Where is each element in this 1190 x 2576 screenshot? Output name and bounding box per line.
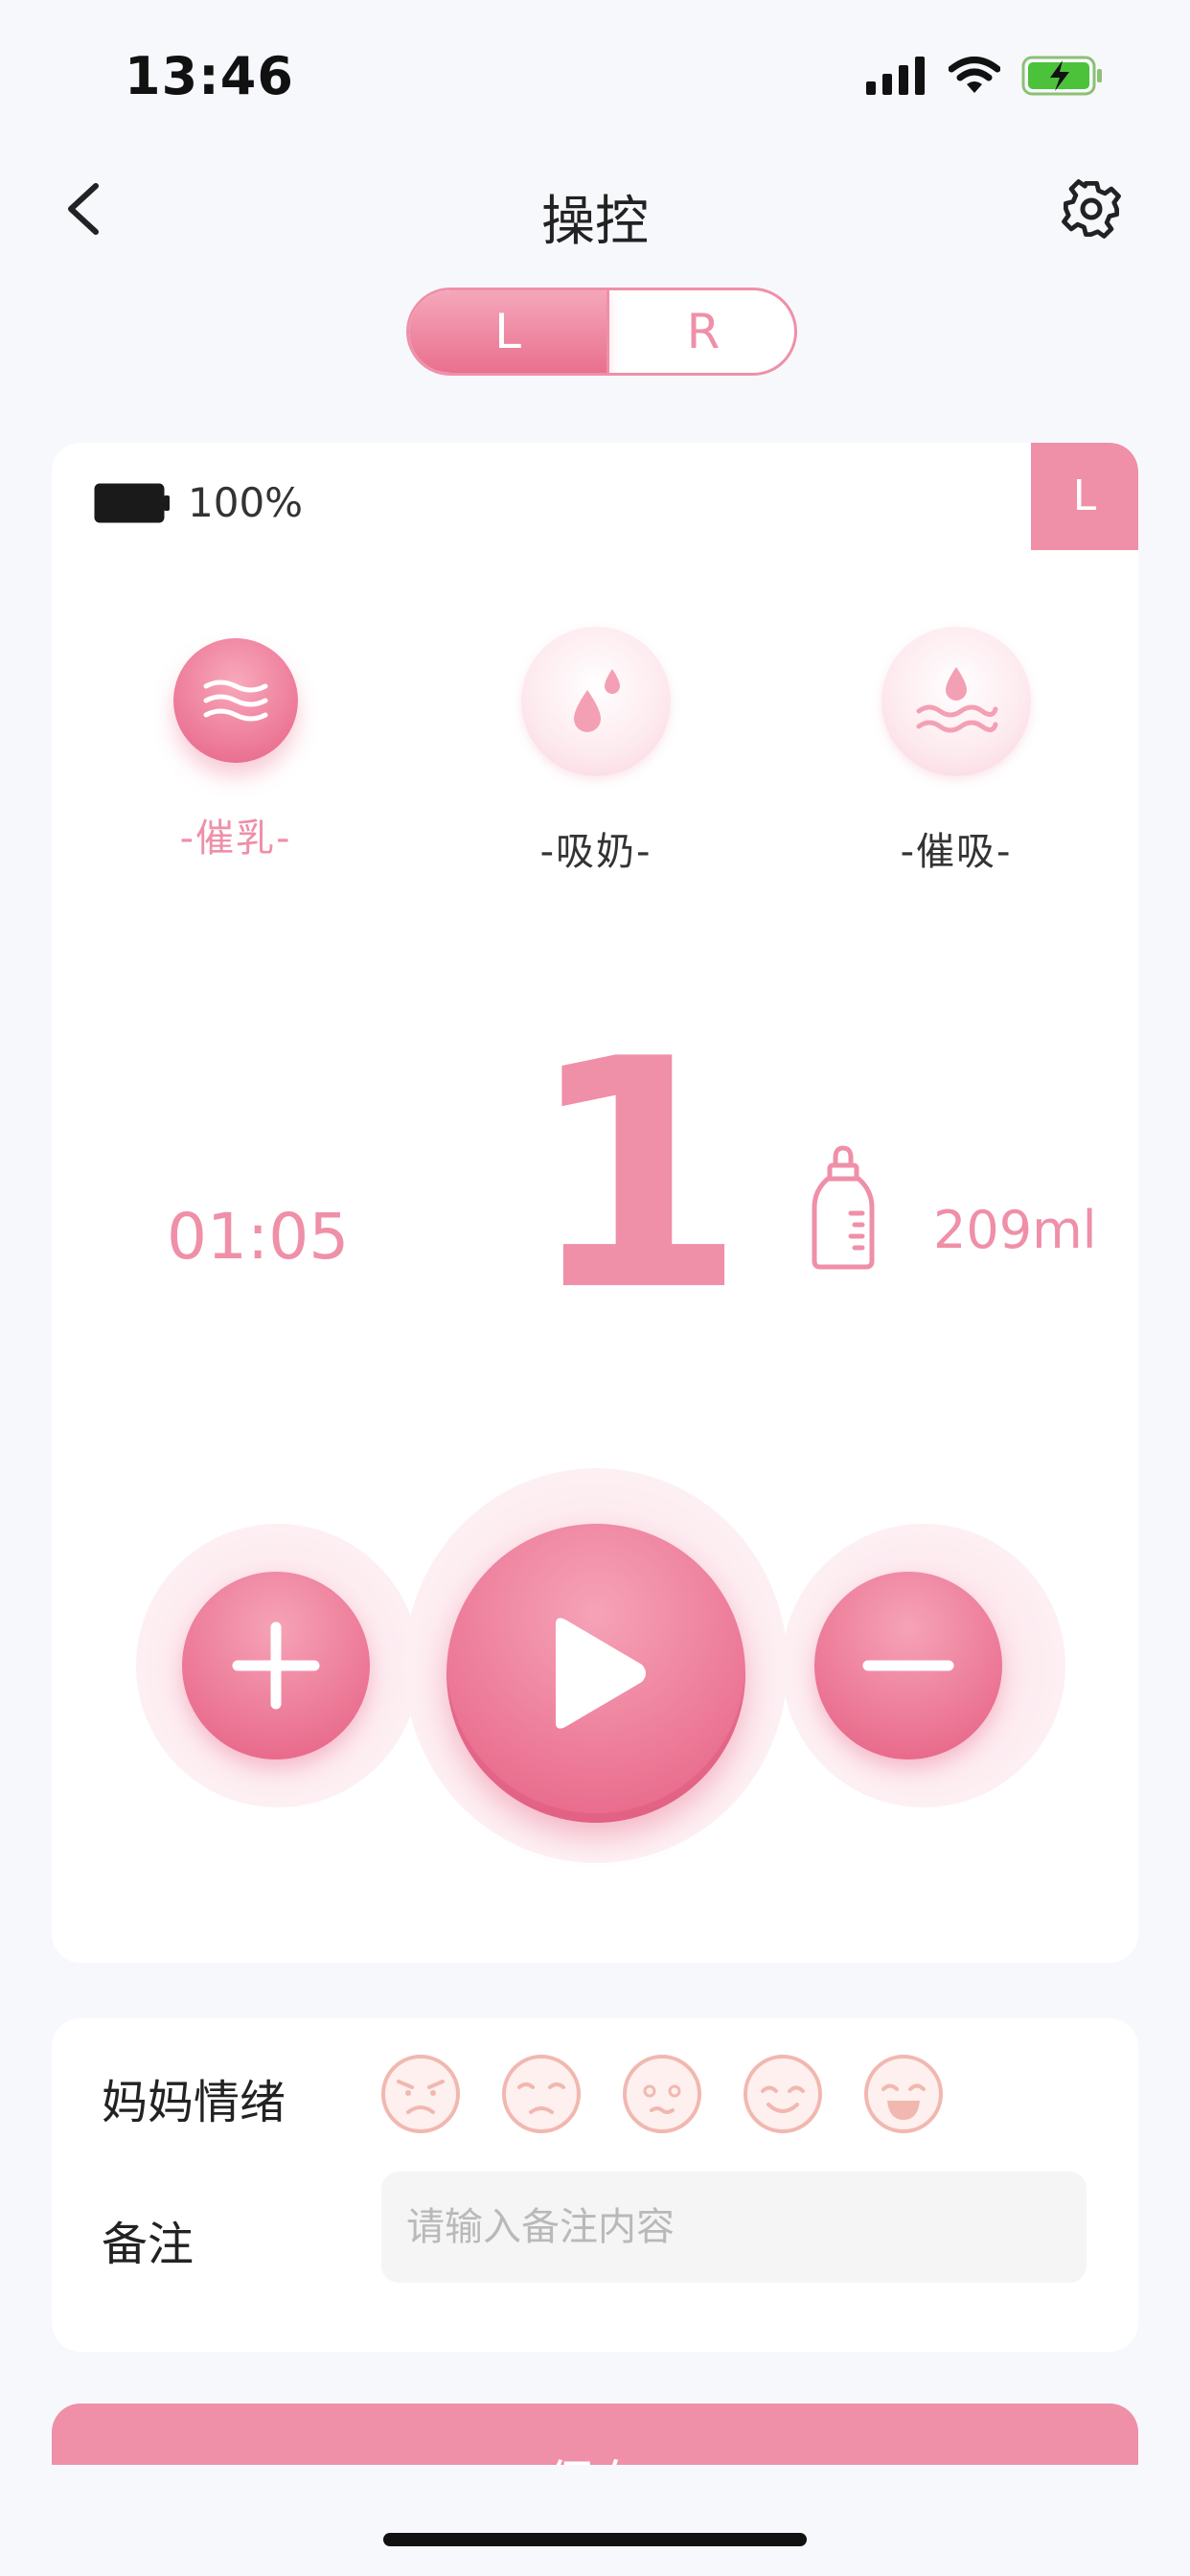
page-title: 操控 bbox=[541, 191, 649, 253]
laugh-face-icon[interactable] bbox=[862, 2053, 945, 2135]
smile-face-icon[interactable] bbox=[742, 2053, 824, 2135]
mood-label: 妈妈情绪 bbox=[102, 2076, 286, 2129]
note-label: 备注 bbox=[102, 2218, 195, 2271]
mode-lactation[interactable]: -催乳- bbox=[111, 627, 360, 862]
mode-stimulate-pump-circle bbox=[881, 627, 1031, 776]
wifi-icon bbox=[949, 57, 1000, 93]
device-battery: 100% bbox=[94, 479, 303, 526]
mode-pumping-label: -吸奶- bbox=[539, 830, 652, 874]
decrease-button[interactable] bbox=[814, 1572, 1002, 1760]
upset-face-icon[interactable] bbox=[500, 2053, 583, 2135]
mode-pumping-circle bbox=[521, 627, 671, 776]
increase-button[interactable] bbox=[182, 1572, 370, 1760]
settings-button[interactable] bbox=[1060, 177, 1123, 241]
toggle-right-button[interactable]: R bbox=[606, 290, 794, 373]
control-card: 100% L -催乳- -吸奶- -催吸- 01:05 1 209ml bbox=[52, 443, 1138, 1963]
mode-stimulate-pump-label: -催吸- bbox=[900, 830, 1013, 874]
battery-icon bbox=[94, 483, 170, 522]
battery-charging-icon bbox=[1021, 56, 1102, 96]
home-indicator bbox=[383, 2533, 807, 2546]
mode-pumping[interactable]: -吸奶- bbox=[471, 627, 721, 876]
bottom-safe-area bbox=[0, 2465, 1190, 2576]
intensity-level: 1 bbox=[526, 992, 746, 1360]
session-timer: 01:05 bbox=[167, 1200, 350, 1274]
battery-percent: 100% bbox=[188, 479, 304, 526]
milk-volume: 209ml bbox=[933, 1200, 1097, 1260]
drops-icon bbox=[574, 669, 620, 732]
baby-bottle-icon bbox=[805, 1144, 881, 1275]
mode-lactation-circle bbox=[173, 638, 298, 763]
angry-face-icon[interactable] bbox=[379, 2053, 462, 2135]
signal-icon bbox=[866, 57, 925, 95]
minus-icon bbox=[862, 1660, 954, 1671]
drop-waves-icon bbox=[916, 667, 998, 733]
gear-icon bbox=[1062, 179, 1121, 239]
worried-face-icon[interactable] bbox=[621, 2053, 703, 2135]
play-button[interactable] bbox=[446, 1524, 745, 1823]
mood-options bbox=[379, 2053, 945, 2135]
play-icon bbox=[556, 1618, 646, 1729]
toggle-left-button[interactable]: L bbox=[409, 290, 606, 373]
plus-icon bbox=[232, 1622, 320, 1710]
mode-stimulate-pump[interactable]: -催吸- bbox=[832, 627, 1081, 876]
side-toggle: L R bbox=[406, 288, 797, 376]
waves-icon bbox=[203, 679, 268, 722]
note-input[interactable] bbox=[381, 2172, 1087, 2283]
status-time: 13:46 bbox=[125, 46, 294, 106]
side-badge: L bbox=[1031, 443, 1138, 550]
mood-notes-card: 妈妈情绪 备注 bbox=[52, 2018, 1138, 2352]
mode-lactation-label: -催乳- bbox=[179, 816, 292, 861]
status-icons bbox=[866, 56, 1104, 96]
